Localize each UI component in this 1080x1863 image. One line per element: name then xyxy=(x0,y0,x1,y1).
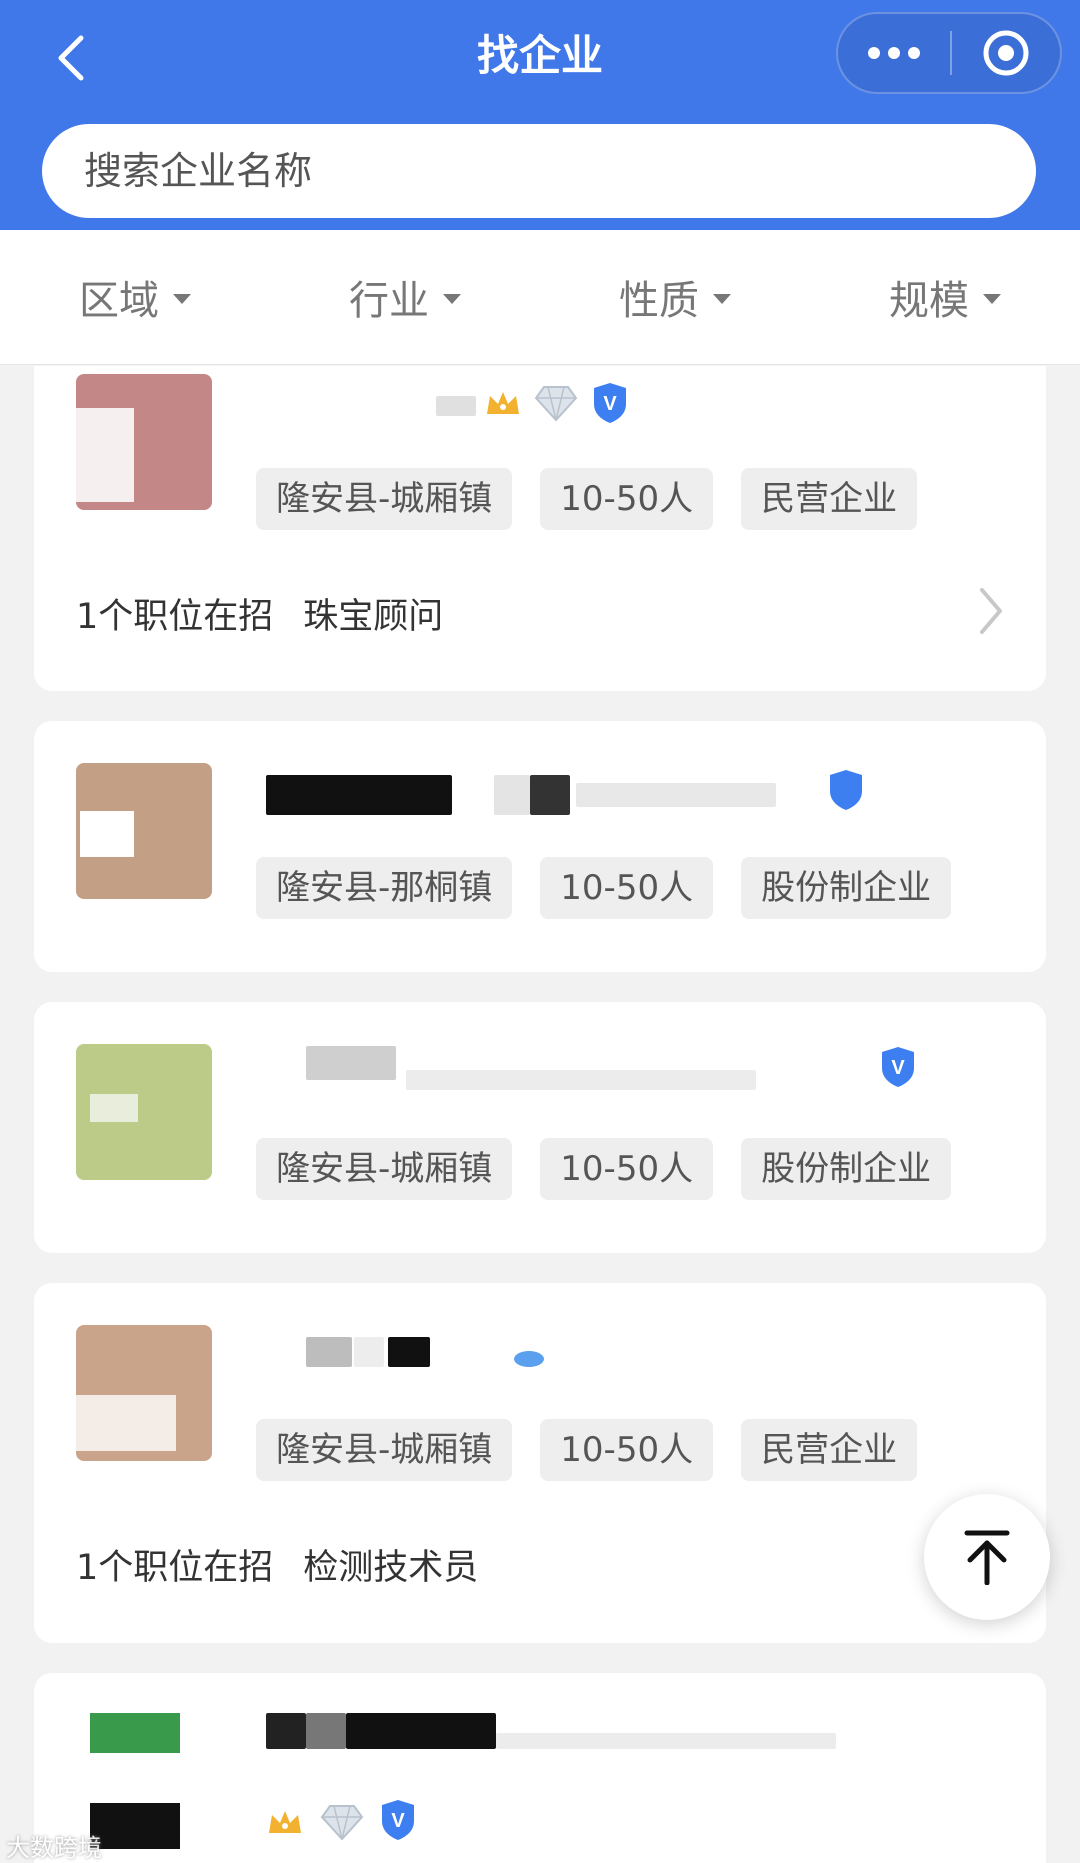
company-card[interactable]: V xyxy=(34,1673,1046,1863)
filter-label: 行业 xyxy=(349,278,429,324)
logo-blur xyxy=(80,811,134,857)
tag-list: 隆安县-城厢镇 10-50人 民营企业 xyxy=(256,468,918,530)
close-mini-program-button[interactable] xyxy=(952,14,1060,92)
diamond-icon xyxy=(320,1805,364,1841)
filter-scale[interactable]: 规模 xyxy=(810,268,1080,326)
verified-icon: V xyxy=(882,1047,914,1087)
name-blur xyxy=(354,1337,384,1367)
company-name-blurred xyxy=(256,1713,956,1763)
more-dot xyxy=(908,47,920,59)
filter-region[interactable]: 区域 xyxy=(0,268,270,326)
logo-blur xyxy=(76,408,134,502)
diamond-icon xyxy=(534,386,578,422)
tag-list: 隆安县-城厢镇 10-50人 民营企业 xyxy=(256,1419,918,1481)
logo-blur xyxy=(76,1395,176,1451)
company-card[interactable]: V 隆安县-城厢镇 10-50人 民营企业 1个职位在招 珠宝顾问 xyxy=(34,366,1046,691)
more-dot xyxy=(888,47,900,59)
tag-size: 10-50人 xyxy=(540,857,714,919)
mini-program-capsule xyxy=(836,12,1062,94)
tag-location: 隆安县-城厢镇 xyxy=(256,468,513,530)
logo-blur xyxy=(90,1803,180,1849)
job-title: 检测技术员 xyxy=(303,1548,479,1588)
name-blur xyxy=(266,1713,306,1749)
tag-size: 10-50人 xyxy=(540,1419,714,1481)
jobs-count: 1个职位在招 xyxy=(76,597,274,637)
company-card[interactable]: 隆安县-城厢镇 10-50人 民营企业 1个职位在招 检测技术员 xyxy=(34,1283,1046,1643)
logo-blur xyxy=(90,1713,180,1753)
caret-down-icon xyxy=(713,294,731,304)
caret-down-icon xyxy=(983,294,1001,304)
crown-icon xyxy=(269,1811,301,1833)
chevron-right-icon[interactable] xyxy=(976,586,1006,636)
search-input[interactable] xyxy=(84,149,1036,193)
filter-label: 规模 xyxy=(889,278,969,324)
filter-bar: 区域 行业 性质 规模 xyxy=(0,230,1080,365)
job-title: 珠宝顾问 xyxy=(303,597,444,637)
name-blur xyxy=(306,1713,346,1749)
job-summary: 1个职位在招 检测技术员 xyxy=(76,1539,478,1590)
filter-label: 性质 xyxy=(619,278,699,324)
name-blur xyxy=(306,1046,396,1080)
svg-text:V: V xyxy=(603,393,617,415)
more-menu-button[interactable] xyxy=(838,14,950,92)
caret-down-icon xyxy=(173,294,191,304)
name-blur xyxy=(514,1351,544,1367)
search-bar[interactable] xyxy=(42,124,1036,218)
tag-location: 隆安县-那桐镇 xyxy=(256,857,513,919)
tag-type: 民营企业 xyxy=(741,1419,918,1481)
name-blur xyxy=(306,1337,352,1367)
tag-size: 10-50人 xyxy=(540,1138,714,1200)
verified-icon xyxy=(830,770,862,810)
tag-size: 10-50人 xyxy=(540,468,714,530)
company-name-blurred xyxy=(256,1333,656,1383)
tag-list: 隆安县-城厢镇 10-50人 股份制企业 xyxy=(256,1138,952,1200)
back-button[interactable] xyxy=(40,28,100,88)
back-to-top-button[interactable] xyxy=(924,1494,1050,1620)
company-name-blurred: V xyxy=(256,1046,956,1096)
name-blur xyxy=(266,775,452,815)
filter-industry[interactable]: 行业 xyxy=(270,268,540,326)
name-blur xyxy=(406,1070,756,1090)
name-blur xyxy=(530,775,570,815)
tag-type: 民营企业 xyxy=(741,468,918,530)
company-logo xyxy=(76,1325,212,1461)
company-card[interactable]: V 隆安县-城厢镇 10-50人 股份制企业 xyxy=(34,1002,1046,1253)
chevron-left-icon xyxy=(58,35,84,81)
tag-location: 隆安县-城厢镇 xyxy=(256,1138,513,1200)
company-card[interactable]: 隆安县-那桐镇 10-50人 股份制企业 xyxy=(34,721,1046,972)
jobs-count: 1个职位在招 xyxy=(76,1548,274,1588)
name-blur xyxy=(576,783,776,807)
company-name-blurred: V xyxy=(256,378,656,428)
header-bar: 找企业 xyxy=(0,0,1080,230)
company-name-blurred xyxy=(256,769,956,819)
job-summary: 1个职位在招 珠宝顾问 xyxy=(76,588,443,639)
tag-list: 隆安县-那桐镇 10-50人 股份制企业 xyxy=(256,857,952,919)
verified-icon: V xyxy=(382,1800,414,1840)
name-blur xyxy=(388,1337,430,1367)
name-blur xyxy=(436,396,476,416)
svg-text:V: V xyxy=(391,1810,405,1832)
caret-down-icon xyxy=(443,294,461,304)
name-blur xyxy=(346,1713,496,1749)
company-logo xyxy=(76,374,212,510)
filter-label: 区域 xyxy=(79,278,159,324)
filter-nature[interactable]: 性质 xyxy=(540,268,810,326)
arrow-up-icon xyxy=(964,1530,1010,1585)
logo-blur xyxy=(90,1094,138,1122)
tag-location: 隆安县-城厢镇 xyxy=(256,1419,513,1481)
target-icon xyxy=(983,30,1029,76)
name-blur xyxy=(494,775,530,815)
company-logo xyxy=(76,763,212,899)
svg-text:V: V xyxy=(891,1057,905,1079)
name-blur xyxy=(496,1733,836,1749)
verified-icon: V xyxy=(594,383,626,423)
crown-icon xyxy=(487,392,519,414)
tag-type: 股份制企业 xyxy=(741,857,952,919)
company-logo xyxy=(76,1044,212,1180)
tag-type: 股份制企业 xyxy=(741,1138,952,1200)
watermark: 大数跨境 xyxy=(6,1834,102,1862)
more-dots-icon xyxy=(868,47,880,59)
